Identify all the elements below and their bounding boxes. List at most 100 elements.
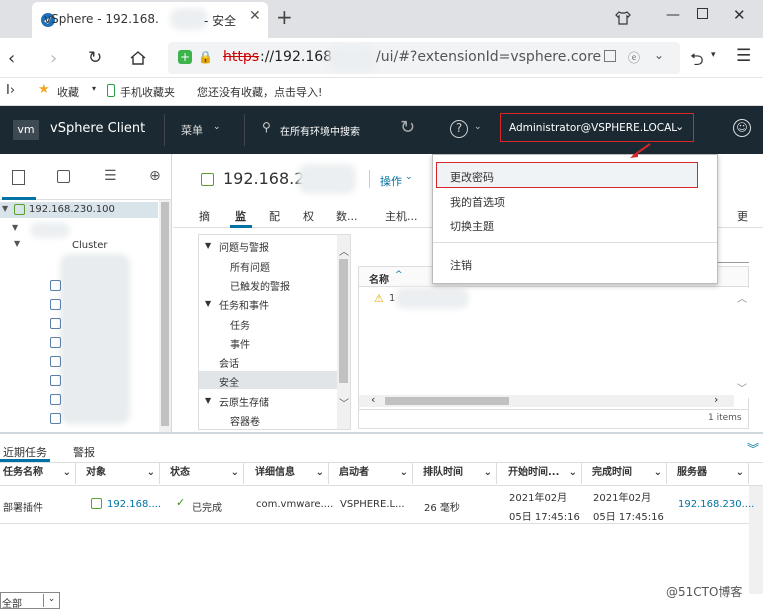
- scroll-up-icon[interactable]: ︿: [339, 243, 349, 258]
- network-icon[interactable]: ⊕: [149, 168, 161, 184]
- smiley-icon[interactable]: ☺: [733, 119, 751, 137]
- nav-group-cns[interactable]: 云原生存储: [219, 394, 269, 409]
- bookmarks-dropdown-icon[interactable]: ▾: [92, 84, 96, 93]
- storage-icon[interactable]: ☰: [104, 168, 117, 184]
- column-filter-icon[interactable]: ⌄: [569, 462, 577, 484]
- host-icon[interactable]: [50, 337, 61, 348]
- vms-templates-icon[interactable]: [57, 170, 70, 183]
- column-filter-icon[interactable]: ⌄: [316, 462, 324, 484]
- tab-datacenters[interactable]: 数...: [336, 208, 358, 224]
- tab-more[interactable]: 更: [737, 208, 748, 224]
- column-filter-icon[interactable]: ⌄: [736, 462, 744, 484]
- col-completion-time[interactable]: 完成时间 ⌄: [589, 462, 667, 484]
- no-bookmarks-link[interactable]: 您还没有收藏，点击导入!: [197, 84, 322, 100]
- col-details[interactable]: 详细信息 ⌄: [252, 462, 329, 484]
- filter-dropdown-icon[interactable]: ⌄: [43, 594, 59, 607]
- col-server[interactable]: 服务器 ⌄: [674, 462, 749, 484]
- nav-group-issues[interactable]: 问题与警报: [219, 239, 269, 254]
- new-tab-button[interactable]: +: [276, 5, 293, 29]
- host-icon[interactable]: [50, 356, 61, 367]
- mobile-bookmarks[interactable]: 手机收藏夹: [120, 84, 175, 100]
- ie-icon[interactable]: ⓔ: [628, 49, 640, 66]
- tab-hosts[interactable]: 主机...: [385, 208, 418, 224]
- tab-summary[interactable]: 摘: [199, 208, 210, 224]
- chevron-down-icon[interactable]: ⌄: [654, 48, 664, 62]
- shirt-icon[interactable]: [615, 10, 631, 26]
- sidebar-toggle-icon[interactable]: I›: [6, 83, 15, 98]
- reload-icon[interactable]: ↻: [88, 48, 102, 68]
- menu-preferences[interactable]: 我的首选项: [450, 194, 505, 210]
- filter-select[interactable]: 全部 ⌄: [0, 592, 60, 610]
- tab-alarms[interactable]: 警报: [73, 444, 95, 460]
- nav-triggered-alarms[interactable]: 已触发的警报: [230, 278, 290, 293]
- column-filter-icon[interactable]: ⌄: [147, 462, 155, 484]
- qr-icon[interactable]: [604, 50, 616, 62]
- tab-recent-tasks[interactable]: 近期任务: [3, 444, 47, 460]
- nav-sessions[interactable]: 会话: [219, 355, 239, 370]
- host-icon[interactable]: [50, 413, 61, 424]
- expand-icon[interactable]: ▼: [205, 241, 211, 250]
- expand-icon[interactable]: ▼: [2, 204, 8, 213]
- nav-security[interactable]: 安全: [219, 374, 239, 389]
- help-icon[interactable]: ?: [450, 120, 468, 138]
- grid-h-scroll-thumb[interactable]: [385, 397, 509, 405]
- menu-icon[interactable]: ☰: [736, 46, 751, 66]
- help-chevron-icon[interactable]: ⌄: [474, 122, 482, 132]
- tree-cluster-label[interactable]: Cluster: [72, 240, 108, 251]
- column-filter-icon[interactable]: ⌄: [63, 462, 71, 484]
- tree-root-row[interactable]: ▼ 192.168.230.100: [0, 202, 158, 218]
- menu-button[interactable]: 菜单: [181, 122, 203, 138]
- menu-change-password[interactable]: 更改密码: [436, 162, 698, 188]
- col-task-name[interactable]: 任务名称 ⌄: [0, 462, 76, 484]
- col-initiator[interactable]: 启动者 ⌄: [336, 462, 413, 484]
- column-filter-icon[interactable]: ⌄: [654, 462, 662, 484]
- browser-tab[interactable]: vSphere - 192.168. - 安全 ✕: [32, 2, 268, 38]
- actions-button[interactable]: 操作: [380, 173, 402, 189]
- col-start-time[interactable]: 开始时间... ⌄: [505, 462, 582, 484]
- nav-tasks[interactable]: 任务: [230, 317, 250, 332]
- bookmarks-label[interactable]: 收藏: [57, 84, 79, 100]
- column-filter-icon[interactable]: ⌄: [484, 462, 492, 484]
- user-menu-button[interactable]: Administrator@VSPHERE.LOCAL ⌄: [500, 113, 694, 142]
- refresh-icon[interactable]: ↻: [400, 117, 415, 138]
- scroll-down-icon[interactable]: ﹀: [339, 395, 349, 410]
- host-icon[interactable]: [50, 375, 61, 386]
- back-icon[interactable]: ‹: [8, 48, 15, 69]
- nav-all-issues[interactable]: 所有问题: [230, 259, 270, 274]
- col-status[interactable]: 状态 ⌄: [167, 462, 244, 484]
- host-icon[interactable]: [50, 394, 61, 405]
- column-filter-icon[interactable]: ⌄: [231, 462, 239, 484]
- host-icon[interactable]: [50, 280, 61, 291]
- expand-icon[interactable]: ▼: [205, 299, 211, 308]
- minimize-icon[interactable]: —: [666, 7, 680, 23]
- tab-monitor[interactable]: 监: [235, 208, 246, 224]
- nav-container-volumes[interactable]: 容器卷: [230, 413, 260, 428]
- close-window-icon[interactable]: ✕: [733, 6, 746, 24]
- col-object[interactable]: 对象 ⌄: [83, 462, 160, 484]
- tree-scroll-thumb[interactable]: [161, 202, 169, 426]
- undo-icon[interactable]: ⮌: [690, 47, 704, 76]
- scroll-right-icon[interactable]: ›: [714, 393, 718, 406]
- menu-switch-theme[interactable]: 切换主题: [450, 218, 494, 234]
- tab-close-icon[interactable]: ✕: [249, 8, 261, 24]
- expand-icon[interactable]: ▼: [14, 239, 20, 248]
- forward-icon[interactable]: ›: [50, 48, 57, 69]
- expand-icon[interactable]: ▼: [205, 396, 211, 405]
- hosts-clusters-icon[interactable]: [12, 170, 25, 185]
- scroll-down-icon[interactable]: ﹀: [737, 380, 747, 395]
- expand-icon[interactable]: ▼: [12, 223, 18, 232]
- tab-permissions[interactable]: 权: [303, 208, 314, 224]
- nav-scroll-thumb[interactable]: [339, 259, 348, 383]
- tab-configure[interactable]: 配: [269, 208, 280, 224]
- scroll-up-icon[interactable]: ︿: [737, 290, 747, 305]
- task-object-link[interactable]: 192.168....: [107, 499, 161, 510]
- menu-logout[interactable]: 注销: [450, 257, 472, 273]
- home-icon[interactable]: [129, 50, 147, 66]
- url-field[interactable]: + 🔒 https ://192.168. /ui/#?extensionId=…: [168, 42, 680, 74]
- collapse-panel-icon[interactable]: ︾: [747, 440, 759, 457]
- global-search[interactable]: 在所有环境中搜索: [280, 123, 360, 138]
- task-server-link[interactable]: 192.168.230....: [678, 499, 754, 510]
- scroll-left-icon[interactable]: ‹: [371, 393, 375, 406]
- maximize-icon[interactable]: [697, 8, 708, 19]
- column-filter-icon[interactable]: ⌄: [400, 462, 408, 484]
